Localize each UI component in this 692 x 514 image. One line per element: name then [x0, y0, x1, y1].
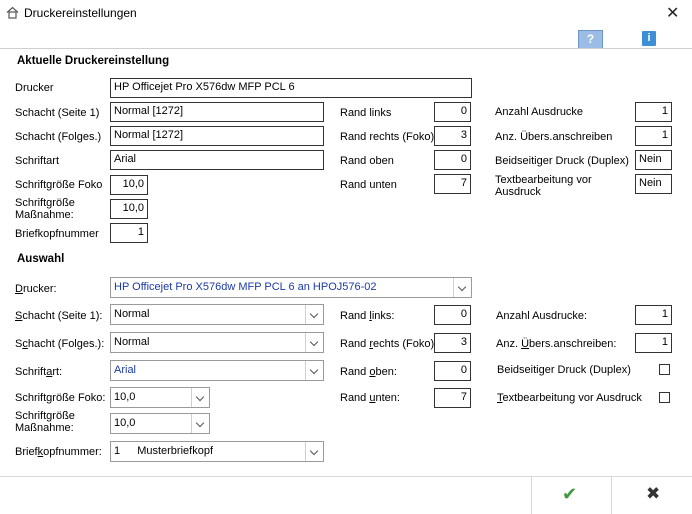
fontsize-foko-select[interactable]: 10,0 [110, 387, 210, 408]
info-button[interactable]: i [642, 31, 656, 46]
selection-copies-label: Anzahl Ausdrucke: [496, 310, 588, 322]
letterhead-select[interactable]: 1 Musterbriefkopf [110, 441, 324, 462]
current-margin-top-label: Rand oben [340, 155, 394, 167]
selection-margin-right-label: Rand rechts (Foko): [340, 338, 438, 350]
selection-duplex-label: Beidseitiger Druck (Duplex) [497, 364, 631, 376]
current-font-value: Arial [110, 150, 324, 170]
margin-right-input[interactable]: 3 [434, 333, 471, 353]
window-title: Druckereinstellungen [24, 6, 137, 20]
chevron-down-icon[interactable] [305, 442, 323, 461]
selection-fontsize-foko-label: Schriftgröße Foko: [15, 392, 106, 404]
printer-select[interactable]: HP Officejet Pro X576dw MFP PCL 6 an HPO… [110, 277, 472, 298]
current-margin-left-value: 0 [434, 102, 471, 122]
current-copies-value: 1 [635, 102, 672, 122]
current-trayn-label: Schacht (Folges.) [15, 131, 102, 143]
current-margin-right-label: Rand rechts (Foko) [340, 131, 435, 143]
selection-margin-left-label: Rand links: [340, 310, 395, 322]
copies-input[interactable]: 1 [635, 305, 672, 325]
chevron-down-icon[interactable] [305, 361, 323, 380]
current-fontsize-mass-value: 10,0 [110, 199, 148, 219]
chevron-down-icon[interactable] [191, 414, 209, 433]
current-trayn-value: Normal [1272] [110, 126, 324, 146]
help-button[interactable]: ? [578, 30, 603, 49]
selection-tray1-label: Schacht (Seite 1): [15, 310, 103, 322]
current-margin-top-value: 0 [434, 150, 471, 170]
current-copies-label: Anzahl Ausdrucke [495, 106, 584, 118]
selection-textedit-label: Textbearbeitung vor Ausdruck [497, 392, 642, 404]
current-tray1-value: Normal [1272] [110, 102, 324, 122]
current-printer-value: HP Officejet Pro X576dw MFP PCL 6 [110, 78, 472, 98]
duplex-checkbox[interactable] [659, 364, 670, 375]
current-margin-left-label: Rand links [340, 107, 392, 119]
current-section-title: Aktuelle Druckereinstellung [17, 55, 170, 67]
close-icon[interactable]: ✕ [666, 3, 679, 23]
selection-font-label: Schriftart: [15, 366, 63, 378]
chevron-down-icon[interactable] [305, 333, 323, 352]
current-letterhead-label: Briefkopfnummer [15, 228, 99, 240]
textedit-checkbox[interactable] [659, 392, 670, 403]
current-overwrite-label: Anz. Übers.anschreiben [495, 131, 613, 143]
overwrite-input[interactable]: 1 [635, 333, 672, 353]
current-margin-bottom-value: 7 [434, 174, 471, 194]
selection-overwrite-label: Anz. Übers.anschreiben: [496, 338, 617, 350]
selection-margin-top-label: Rand oben: [340, 366, 397, 378]
current-letterhead-value: 1 [110, 223, 148, 243]
font-select[interactable]: Arial [110, 360, 324, 381]
current-textedit-label: Textbearbeitung vor Ausdruck [495, 174, 592, 198]
current-margin-right-value: 3 [434, 126, 471, 146]
cancel-button[interactable]: ✖ [611, 477, 692, 514]
margin-top-input[interactable]: 0 [434, 361, 471, 381]
selection-margin-bottom-label: Rand unten: [340, 392, 400, 404]
home-icon [6, 6, 19, 19]
current-fontsize-mass-label: Schriftgröße Maßnahme: [15, 197, 75, 221]
selection-section-title: Auswahl [17, 253, 65, 265]
current-textedit-value: Nein [635, 174, 672, 194]
tray1-select[interactable]: Normal [110, 304, 324, 325]
current-duplex-label: Beidseitiger Druck (Duplex) [495, 155, 629, 167]
ok-button[interactable]: ✔ [531, 477, 611, 514]
selection-trayn-label: Schacht (Folges.): [15, 338, 105, 350]
margin-left-input[interactable]: 0 [434, 305, 471, 325]
selection-fontsize-mass-label: Schriftgröße Maßnahme: [15, 410, 75, 434]
current-overwrite-value: 1 [635, 126, 672, 146]
selection-printer-label: Drucker: [15, 283, 57, 295]
selection-letterhead-label: Briefkopfnummer: [15, 446, 102, 458]
current-printer-label: Drucker [15, 82, 54, 94]
fontsize-mass-select[interactable]: 10,0 [110, 413, 210, 434]
close-icon: ✖ [646, 484, 661, 503]
current-margin-bottom-label: Rand unten [340, 179, 397, 191]
current-fontsize-foko-label: Schriftgröße Foko [15, 179, 103, 191]
checkmark-icon: ✔ [562, 484, 578, 504]
current-fontsize-foko-value: 10,0 [110, 175, 148, 195]
trayn-select[interactable]: Normal [110, 332, 324, 353]
margin-bottom-input[interactable]: 7 [434, 388, 471, 408]
chevron-down-icon[interactable] [453, 278, 471, 297]
current-tray1-label: Schacht (Seite 1) [15, 107, 100, 119]
current-duplex-value: Nein [635, 150, 672, 170]
chevron-down-icon[interactable] [305, 305, 323, 324]
chevron-down-icon[interactable] [191, 388, 209, 407]
current-font-label: Schriftart [15, 155, 60, 167]
